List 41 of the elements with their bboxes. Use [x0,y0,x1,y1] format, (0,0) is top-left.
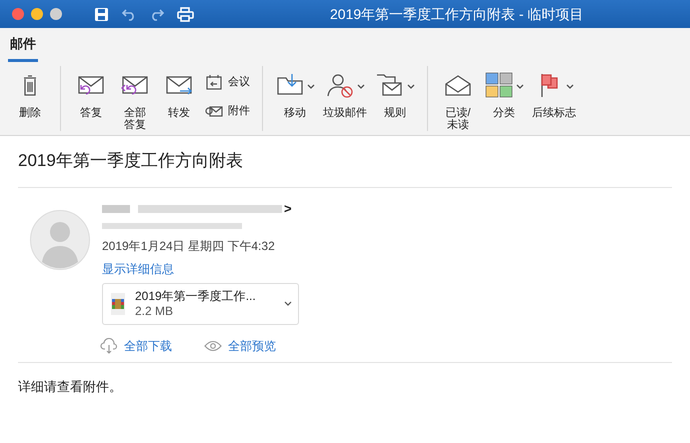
ribbon-button[interactable]: 分类 [484,66,524,119]
ribbon-button[interactable]: 规则 [375,66,415,119]
caret-icon [307,84,315,90]
show-details-link[interactable]: 显示详细信息 [102,260,299,278]
message-subject: 2019年第一季度工作方向附表 [18,136,672,188]
message-body: 详细请查看附件。 [18,378,123,396]
person-block-icon [325,72,355,98]
redo-icon[interactable] [149,7,165,21]
ribbon-button[interactable]: 移动 [275,66,315,119]
eye-icon [204,340,222,352]
calendar-icon [205,74,223,90]
ribbon-button[interactable]: 转发 [161,66,197,119]
caret-icon [407,84,415,90]
download-all-link[interactable]: 全部下载 [100,336,172,354]
caret-icon [566,84,574,90]
ribbon-button[interactable]: 删除 [12,66,48,119]
caret-icon [516,84,524,90]
archive-icon [109,292,127,316]
cloud-download-icon [100,338,118,354]
caret-icon [357,84,365,90]
window-title: 2019年第一季度工作方向附表 - 临时项目 [330,4,584,24]
attachment-card[interactable]: 2019年第一季度工作... 2.2 MB [102,282,299,324]
ribbon-button[interactable]: 附件 [205,102,250,119]
ribbon-button[interactable]: 会议 [205,74,250,90]
ribbon-button[interactable]: 答复 [73,66,109,119]
avatar [30,210,90,270]
undo-icon[interactable] [121,7,137,21]
ribbon-button[interactable]: 后续标志 [532,66,576,119]
save-icon[interactable] [94,6,109,22]
chevron-down-icon [284,300,292,306]
message-date: 2019年1月24日 星期四 下午4:32 [102,238,276,254]
preview-all-link[interactable]: 全部预览 [204,336,276,354]
ribbon-tab[interactable]: 邮件 [8,34,38,62]
ribbon-button[interactable]: 已读/ 未读 [440,66,476,131]
ribbon-button[interactable]: 垃圾邮件 [323,66,367,119]
attachment-size: 2.2 MB [135,304,174,318]
sender-text: > [284,200,292,218]
attachment-name: 2019年第一季度工作... [135,288,257,304]
ribbon-button[interactable]: 全部 答复 [117,66,153,131]
printer-icon[interactable] [177,6,194,22]
category-grid-icon [484,72,514,98]
